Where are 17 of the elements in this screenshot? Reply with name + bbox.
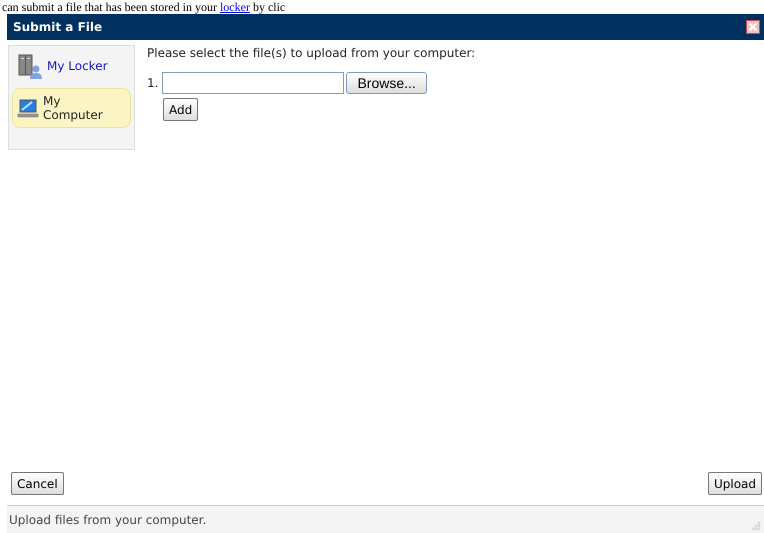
add-button[interactable]: Add — [163, 98, 198, 121]
sidebar-item[interactable]: My Locker — [12, 50, 131, 82]
close-icon — [746, 20, 760, 34]
sidebar-item[interactable]: My Computer — [12, 88, 131, 128]
browse-button[interactable]: Browse... — [346, 72, 427, 94]
locker-icon — [17, 53, 43, 79]
upload-button[interactable]: Upload — [708, 472, 762, 495]
computer-icon — [17, 97, 39, 119]
background-text: can submit a file that has been stored in your locker by clic — [2, 0, 286, 14]
cancel-button[interactable]: Cancel — [11, 472, 64, 495]
close-button[interactable] — [746, 20, 760, 34]
row-number: 1. — [147, 76, 158, 90]
instruction-text: Please select the file(s) to upload from your computer: — [147, 46, 476, 60]
locker-link[interactable]: locker — [220, 0, 250, 14]
file-path-field[interactable] — [162, 72, 344, 94]
window-title: Submit a File — [13, 20, 102, 34]
status-text: Upload files from your computer. — [9, 512, 206, 526]
